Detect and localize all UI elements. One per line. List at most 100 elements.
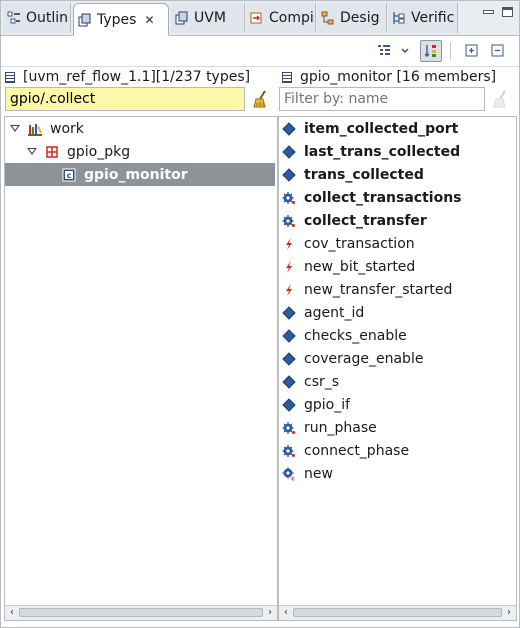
member-label: collect_transfer xyxy=(304,212,427,229)
maximize-icon[interactable] xyxy=(502,7,513,17)
member-item[interactable]: run_phase xyxy=(279,416,514,439)
member-item[interactable]: connect_phase xyxy=(279,439,514,462)
expand-all-icon xyxy=(465,44,478,57)
field-icon xyxy=(282,351,304,366)
hierarchy-mode-icon xyxy=(378,45,390,55)
member-label: new_transfer_started xyxy=(304,281,453,298)
types-filter-input[interactable] xyxy=(5,87,245,111)
members-list: item_collected_port last_trans_collectedt… xyxy=(278,116,517,621)
members-filter-input[interactable] xyxy=(279,87,485,111)
close-icon[interactable]: ✕ xyxy=(144,13,154,27)
member-item[interactable]: coverage_enable xyxy=(279,347,514,370)
field-icon xyxy=(282,144,304,159)
list-icon xyxy=(282,71,292,83)
event-icon xyxy=(282,237,304,251)
member-item[interactable]: c new xyxy=(279,462,514,485)
horizontal-scrollbar[interactable]: ‹ › xyxy=(279,605,516,620)
tab-types-label: Types xyxy=(97,11,137,28)
types-view: Outlin Types ✕ UVM Compi Desig Verific [… xyxy=(0,0,520,628)
task-icon xyxy=(282,444,304,458)
uvm-icon xyxy=(175,11,188,25)
member-label: cov_transaction xyxy=(304,235,415,252)
field-icon xyxy=(282,397,304,412)
package-icon xyxy=(46,145,58,158)
members-pane-title: gpio_monitor [16 members] xyxy=(300,69,497,85)
sort-members-icon xyxy=(424,45,436,57)
scroll-right-icon[interactable]: › xyxy=(264,607,276,618)
view-menu-button[interactable] xyxy=(399,40,411,62)
clear-filter-icon[interactable] xyxy=(251,89,271,109)
event-icon xyxy=(282,260,304,274)
member-label: connect_phase xyxy=(304,442,410,459)
tab-design-hierarchy[interactable]: Desig xyxy=(317,3,387,33)
event-icon xyxy=(282,283,304,297)
tab-compile-order-label: Compi xyxy=(269,10,314,26)
member-item[interactable]: csr_s xyxy=(279,370,514,393)
tab-verification-hierarchy[interactable]: Verific xyxy=(388,3,458,33)
member-item[interactable]: trans_collected xyxy=(279,163,514,186)
scrollbar-thumb[interactable] xyxy=(19,608,263,617)
clear-filter-icon xyxy=(493,90,506,108)
member-item[interactable]: collect_transfer xyxy=(279,209,514,232)
tree-item-gpio-monitor[interactable]: c gpio_monitor xyxy=(5,163,275,186)
tab-compile-order[interactable]: Compi xyxy=(246,3,316,33)
member-item[interactable]: checks_enable xyxy=(279,324,514,347)
tab-uvm[interactable]: UVM xyxy=(171,3,245,33)
member-label: new_bit_started xyxy=(304,258,416,275)
field-icon xyxy=(282,374,304,389)
member-item[interactable]: gpio_if xyxy=(279,393,514,416)
hierarchy-mode-button[interactable] xyxy=(373,40,395,62)
member-item[interactable]: collect_transactions xyxy=(279,186,514,209)
member-label: item_collected_port xyxy=(304,120,459,137)
member-label: agent_id xyxy=(304,304,365,321)
types-pane-header: [uvm_ref_flow_1.1][1/237 types] xyxy=(5,68,275,86)
member-item[interactable]: agent_id xyxy=(279,301,514,324)
member-label: trans_collected xyxy=(304,166,424,183)
collapse-all-button[interactable] xyxy=(487,40,509,62)
tab-verification-hierarchy-label: Verific xyxy=(411,10,455,26)
field-icon xyxy=(282,328,304,343)
tab-outline[interactable]: Outlin xyxy=(3,3,71,33)
tab-types[interactable]: Types ✕ xyxy=(73,3,169,36)
member-item[interactable]: new_bit_started xyxy=(279,255,514,278)
view-toolbar xyxy=(1,36,519,67)
member-label: new xyxy=(304,465,333,482)
task-icon xyxy=(282,214,304,228)
tab-design-hierarchy-label: Desig xyxy=(340,10,380,26)
scroll-left-icon[interactable]: ‹ xyxy=(6,607,18,618)
types-tree: work gpio_pkg c gpio_monitor ‹ › xyxy=(4,116,278,621)
member-label: collect_transactions xyxy=(304,189,462,206)
members-pane-header: gpio_monitor [16 members] xyxy=(282,68,516,86)
expand-arrow-icon[interactable] xyxy=(10,125,20,132)
list-icon xyxy=(5,71,15,83)
constructor-icon: c xyxy=(282,467,304,481)
member-label: coverage_enable xyxy=(304,350,424,367)
tree-item-gpio-pkg[interactable]: gpio_pkg xyxy=(5,140,275,163)
tree-item-label: gpio_monitor xyxy=(84,166,188,183)
scroll-left-icon[interactable]: ‹ xyxy=(280,607,292,618)
outline-icon xyxy=(7,11,20,24)
library-icon xyxy=(28,123,42,136)
expand-arrow-icon[interactable] xyxy=(27,148,37,155)
member-item[interactable]: last_trans_collected xyxy=(279,140,514,163)
member-item[interactable]: cov_transaction xyxy=(279,232,514,255)
class-icon: c xyxy=(62,168,76,181)
tree-item-label: gpio_pkg xyxy=(67,143,131,160)
chevron-down-icon xyxy=(401,48,409,53)
compile-order-icon xyxy=(250,12,262,24)
member-label: run_phase xyxy=(304,419,377,436)
scroll-right-icon[interactable]: › xyxy=(503,607,515,618)
member-item[interactable]: new_transfer_started xyxy=(279,278,514,301)
collapse-all-icon xyxy=(491,44,504,57)
sort-members-button[interactable] xyxy=(420,40,442,62)
scrollbar-thumb[interactable] xyxy=(293,608,502,617)
tree-item-work[interactable]: work xyxy=(5,117,275,140)
member-item[interactable]: item_collected_port xyxy=(279,117,514,140)
minimize-icon[interactable] xyxy=(483,10,494,14)
horizontal-scrollbar[interactable]: ‹ › xyxy=(5,605,277,620)
svg-text:c: c xyxy=(291,475,295,481)
types-icon xyxy=(78,13,91,26)
member-label: gpio_if xyxy=(304,396,351,413)
member-label: checks_enable xyxy=(304,327,407,344)
expand-all-button[interactable] xyxy=(461,40,483,62)
